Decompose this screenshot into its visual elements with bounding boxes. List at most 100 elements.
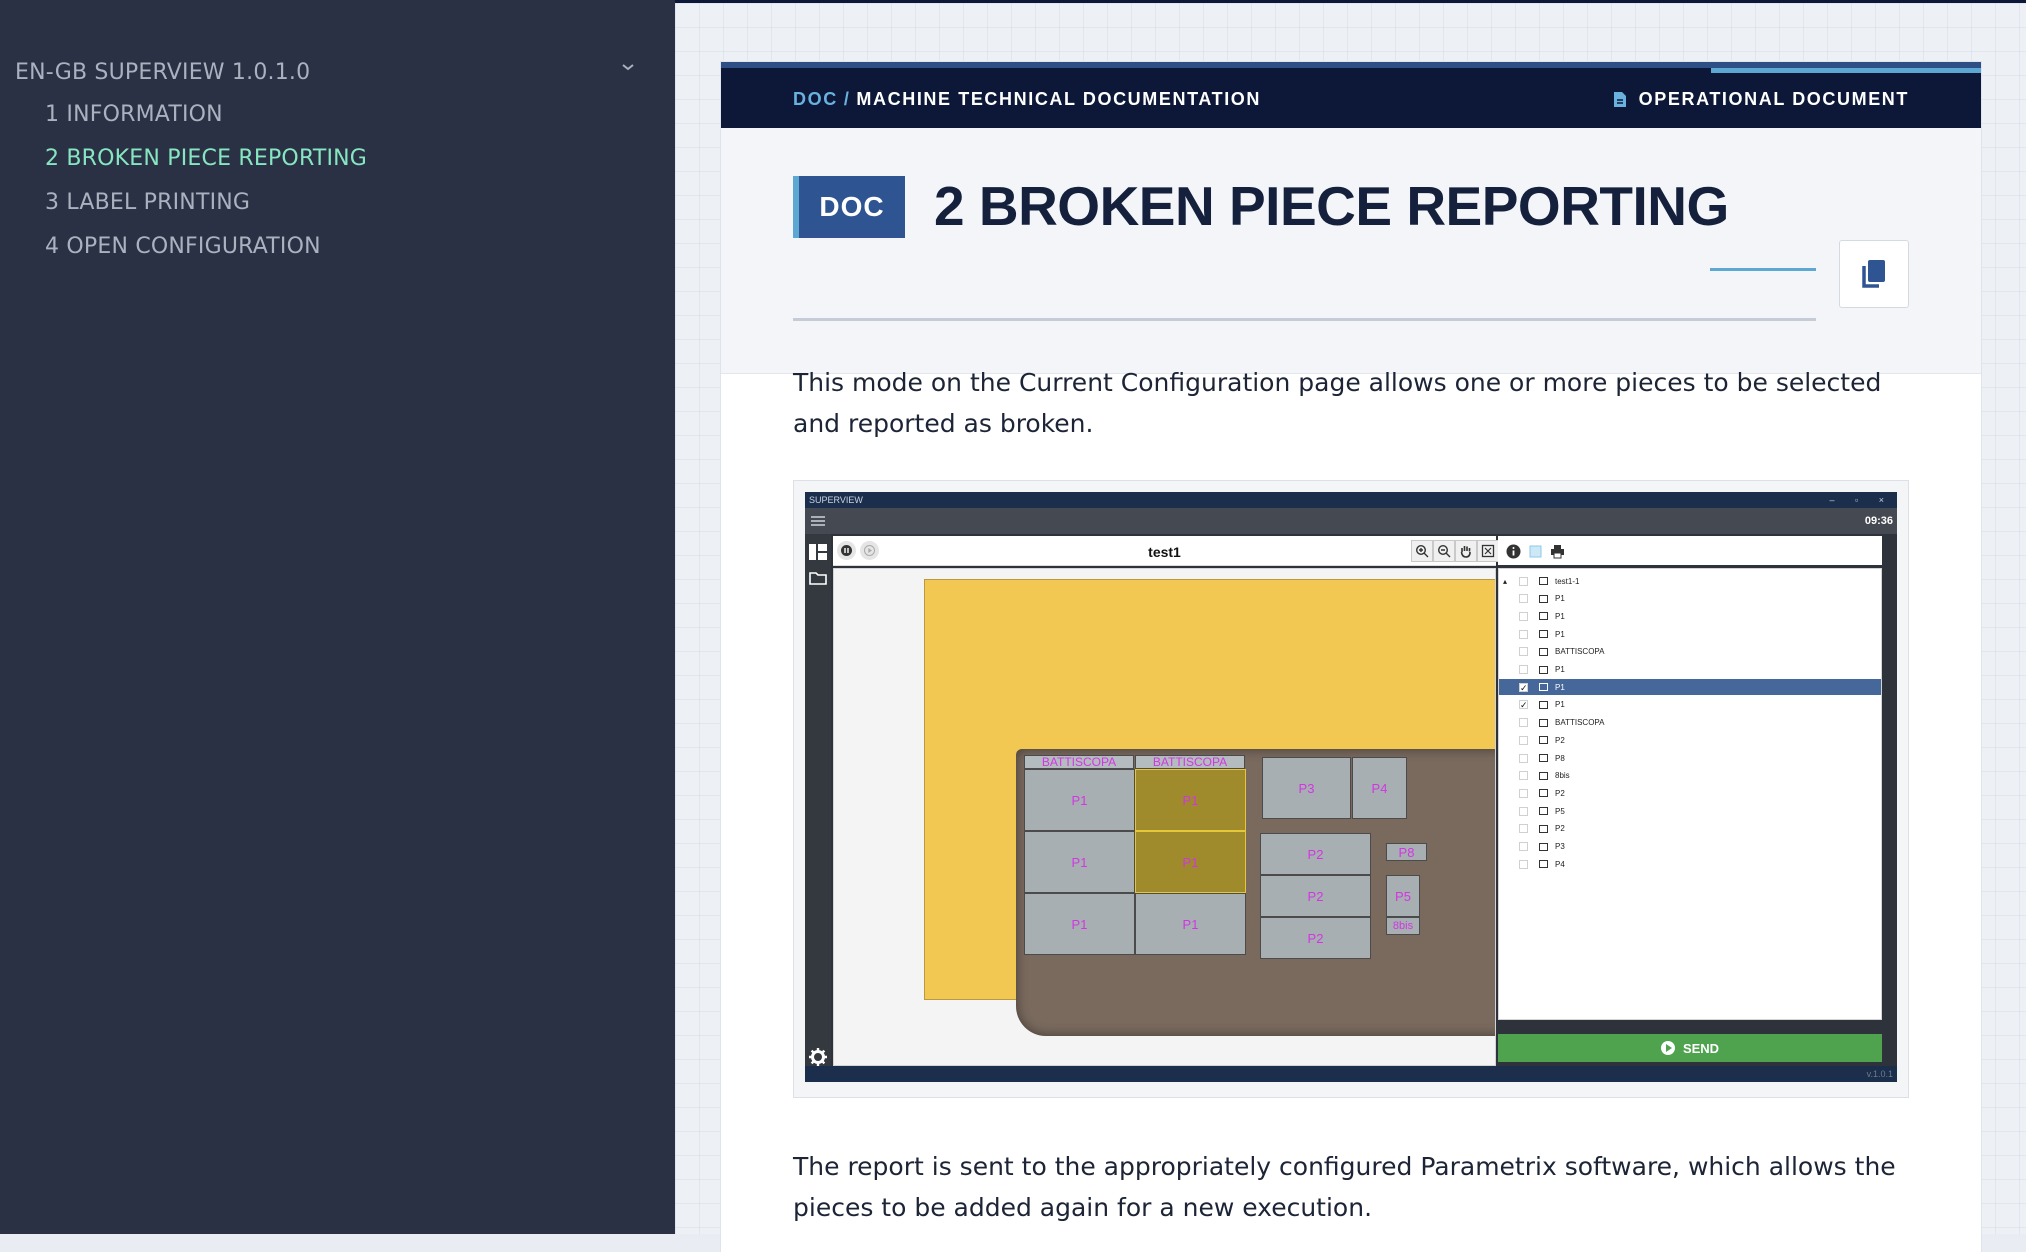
piece-p4[interactable]: P4 xyxy=(1352,757,1407,819)
document-header: DOC 2 BROKEN PIECE REPORTING xyxy=(721,128,1981,374)
tree-item-label: P4 xyxy=(1555,859,1565,869)
tree-item-checkbox[interactable] xyxy=(1519,771,1528,781)
document-type-tag: OPERATIONAL DOCUMENT xyxy=(1613,89,1909,110)
info-button[interactable] xyxy=(1502,540,1524,562)
breadcrumb-root[interactable]: DOC xyxy=(793,89,838,109)
zoom-out-button[interactable] xyxy=(1433,540,1455,562)
sidebar-item-open-configuration[interactable]: 4 OPEN CONFIGURATION xyxy=(45,234,321,259)
piece-p1[interactable]: P1 xyxy=(1024,831,1135,893)
pan-button[interactable] xyxy=(1455,540,1477,562)
app-footer: v.1.0.1 xyxy=(805,1066,1897,1082)
tree-item[interactable]: P1 xyxy=(1499,662,1881,678)
tree-item-checkbox[interactable] xyxy=(1519,665,1528,674)
tree-item[interactable]: ✓ P1 xyxy=(1499,697,1881,713)
piece-icon xyxy=(1539,630,1548,639)
expand-arrow-icon[interactable]: ▴ xyxy=(1503,577,1507,586)
layout-canvas[interactable]: BATTISCOPA BATTISCOPA P1 P1 P1 P1 P1 P1 … xyxy=(833,568,1496,1066)
piece-tree: ▴ test1-1 P1 P1 P1 BATTISCOPA P1 ✓ P1 ✓ P1 BATTISCO… xyxy=(1498,568,1882,1020)
tree-item[interactable]: P1 xyxy=(1499,591,1881,607)
canvas-toolbar: test1 xyxy=(833,536,1499,566)
document-topbar: DOC / MACHINE TECHNICAL DOCUMENTATION OPER… xyxy=(721,62,1981,128)
fit-view-button[interactable] xyxy=(1477,540,1499,562)
sidebar-item-information[interactable]: 1 INFORMATION xyxy=(45,102,223,127)
tree-item[interactable]: P1 xyxy=(1499,608,1881,624)
tree-item-checkbox[interactable] xyxy=(1519,735,1528,745)
tree-item[interactable]: P5 xyxy=(1499,803,1881,819)
canvas-title: test1 xyxy=(1148,544,1181,560)
tree-item[interactable]: ✓ P1 xyxy=(1499,679,1881,696)
tree-item-label: P2 xyxy=(1555,735,1565,745)
tree-item[interactable]: 8bis xyxy=(1499,768,1881,784)
tree-item-checkbox[interactable]: ✓ xyxy=(1519,682,1528,692)
tree-item-label: P2 xyxy=(1555,824,1565,834)
tree-item-label: P2 xyxy=(1555,788,1565,798)
tree-item-checkbox[interactable] xyxy=(1519,788,1528,798)
piece-p1[interactable]: P1 xyxy=(1024,769,1135,831)
report-icon xyxy=(1529,545,1541,557)
piece-icon xyxy=(1539,771,1548,780)
sidebar-item-broken-piece-reporting[interactable]: 2 BROKEN PIECE REPORTING xyxy=(45,146,367,171)
breadcrumb-separator: / xyxy=(843,89,851,109)
tree-item-checkbox[interactable] xyxy=(1519,576,1528,586)
tree-item-label: P1 xyxy=(1555,629,1565,639)
zoom-in-button[interactable] xyxy=(1411,540,1433,562)
info-icon xyxy=(1506,544,1520,558)
doc-badge: DOC xyxy=(793,176,905,238)
tree-item[interactable]: P2 xyxy=(1499,785,1881,801)
dashboard-icon[interactable] xyxy=(809,544,827,560)
piece-battiscopa[interactable]: BATTISCOPA xyxy=(1024,755,1134,769)
piece-icon xyxy=(1539,718,1548,727)
app-left-toolbar xyxy=(805,534,831,1074)
send-button[interactable]: SEND xyxy=(1498,1034,1882,1062)
window-controls[interactable]: – ▫ × xyxy=(1830,492,1893,508)
tree-item[interactable]: P8 xyxy=(1499,750,1881,766)
piece-battiscopa[interactable]: BATTISCOPA xyxy=(1135,755,1245,769)
tree-item-checkbox[interactable] xyxy=(1519,629,1528,639)
piece-p2[interactable]: P2 xyxy=(1260,875,1371,917)
tree-item-checkbox[interactable] xyxy=(1519,753,1528,763)
tree-item-checkbox[interactable] xyxy=(1519,611,1528,621)
settings-gear-icon[interactable] xyxy=(809,1048,827,1066)
tree-item-checkbox[interactable] xyxy=(1519,824,1528,834)
tree-item-checkbox[interactable]: ✓ xyxy=(1519,700,1528,710)
printer-icon xyxy=(1550,544,1564,558)
piece-p3[interactable]: P3 xyxy=(1262,757,1351,819)
piece-p2[interactable]: P2 xyxy=(1260,917,1371,959)
piece-p1[interactable]: P1 xyxy=(1135,893,1246,955)
breadcrumb: DOC / MACHINE TECHNICAL DOCUMENTATION xyxy=(793,89,1261,110)
tree-item-checkbox[interactable] xyxy=(1519,859,1528,869)
tree-item-checkbox[interactable] xyxy=(1519,806,1528,816)
tree-item[interactable]: P1 xyxy=(1499,626,1881,642)
piece-icon xyxy=(1539,824,1548,833)
chevron-down-icon[interactable] xyxy=(621,60,635,74)
menu-icon[interactable] xyxy=(811,516,825,526)
tree-item[interactable]: P3 xyxy=(1499,839,1881,855)
tree-item-checkbox[interactable] xyxy=(1519,842,1528,851)
piece-p1-selected[interactable]: P1 xyxy=(1135,769,1246,831)
piece-p1-selected[interactable]: P1 xyxy=(1135,831,1246,893)
sidebar-item-label-printing[interactable]: 3 LABEL PRINTING xyxy=(45,190,250,215)
send-icon xyxy=(1660,1041,1675,1055)
tree-item[interactable]: P4 xyxy=(1499,856,1881,872)
report-broken-button[interactable] xyxy=(1524,540,1546,562)
piece-8bis[interactable]: 8bis xyxy=(1386,917,1420,935)
tree-item-checkbox[interactable] xyxy=(1519,594,1528,604)
tree-item[interactable]: P2 xyxy=(1499,732,1881,748)
tree-root-item[interactable]: ▴ test1-1 xyxy=(1499,573,1881,589)
tree-item[interactable]: BATTISCOPA xyxy=(1499,715,1881,731)
piece-p1[interactable]: P1 xyxy=(1024,893,1135,955)
grid-icon xyxy=(1539,577,1548,585)
piece-p2[interactable]: P2 xyxy=(1260,833,1371,875)
tree-item[interactable]: P2 xyxy=(1499,821,1881,837)
tree-item[interactable]: BATTISCOPA xyxy=(1499,644,1881,660)
piece-p8[interactable]: P8 xyxy=(1386,843,1427,861)
tree-item-checkbox[interactable] xyxy=(1519,718,1528,728)
copy-button[interactable] xyxy=(1839,240,1909,308)
tree-item-checkbox[interactable] xyxy=(1519,647,1528,657)
outro-paragraph: The report is sent to the appropriately … xyxy=(793,1152,1896,1222)
sidebar-version-header[interactable]: EN-GB SUPERVIEW 1.0.1.0 xyxy=(15,56,643,88)
print-button[interactable] xyxy=(1546,540,1568,562)
folder-icon[interactable] xyxy=(809,570,827,586)
piece-p5[interactable]: P5 xyxy=(1386,875,1420,917)
piece-icon xyxy=(1539,860,1548,869)
